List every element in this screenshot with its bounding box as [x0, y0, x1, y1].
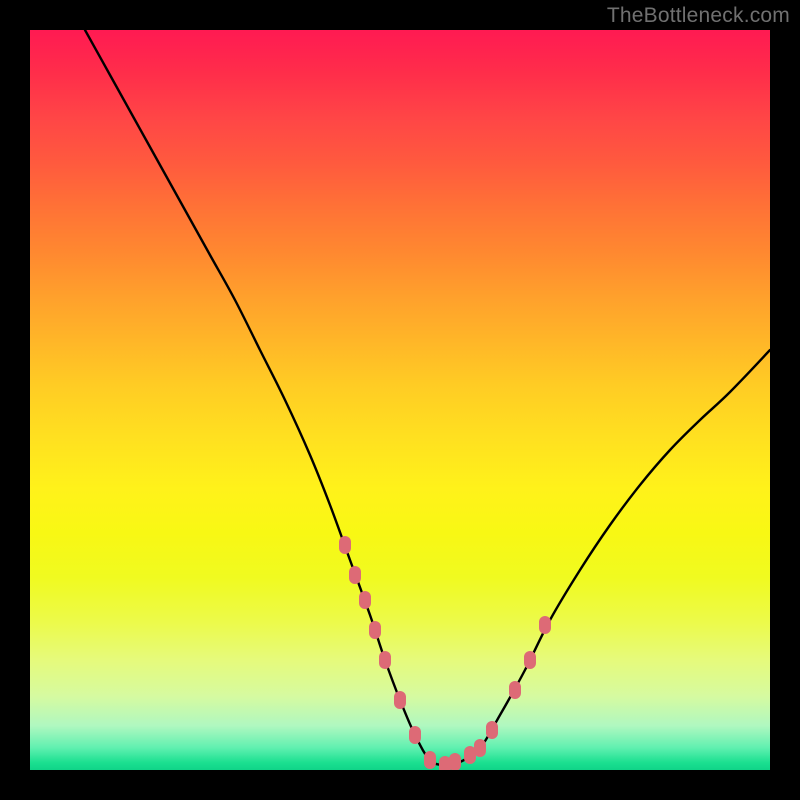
- sample-point: [369, 621, 381, 639]
- sample-point: [409, 726, 421, 744]
- sample-point: [394, 691, 406, 709]
- chart-frame: TheBottleneck.com: [0, 0, 800, 800]
- sample-point: [486, 721, 498, 739]
- sample-point: [339, 536, 351, 554]
- sample-point: [509, 681, 521, 699]
- plot-area: [30, 30, 770, 770]
- bottleneck-curve: [85, 30, 770, 765]
- sample-point: [524, 651, 536, 669]
- curve-svg: [30, 30, 770, 770]
- sample-point: [349, 566, 361, 584]
- sample-point: [449, 753, 461, 770]
- sample-points-group: [339, 536, 551, 770]
- sample-point: [474, 739, 486, 757]
- sample-point: [539, 616, 551, 634]
- sample-point: [379, 651, 391, 669]
- sample-point: [359, 591, 371, 609]
- attribution-label: TheBottleneck.com: [607, 4, 790, 28]
- sample-point: [424, 751, 436, 769]
